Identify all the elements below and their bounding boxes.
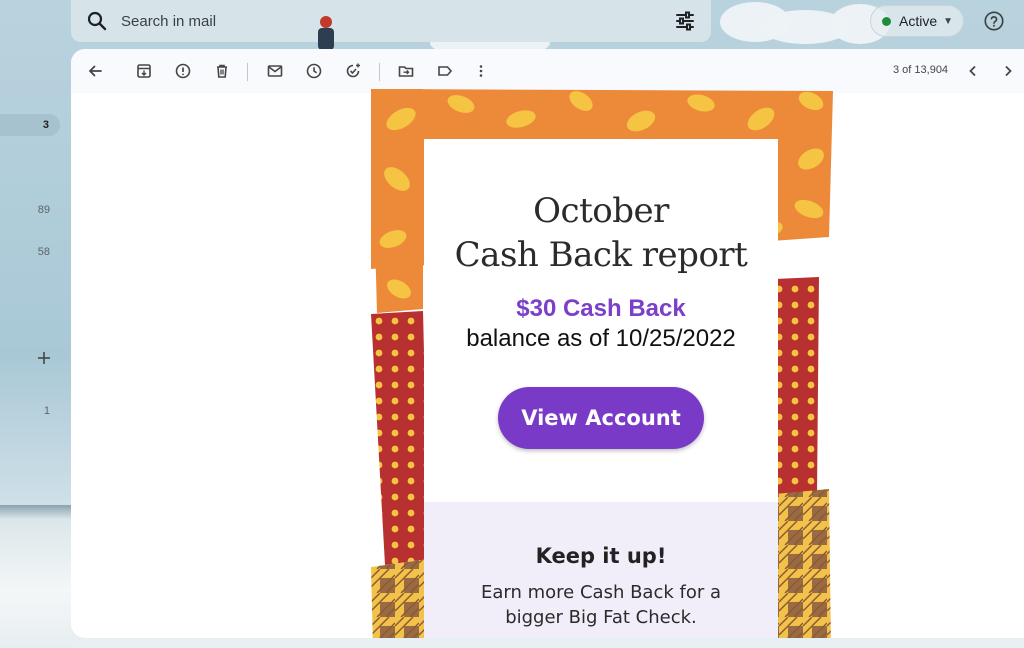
status-label: Active bbox=[899, 13, 938, 29]
pagination-count: 3 of 13,904 bbox=[893, 64, 949, 76]
move-to-button[interactable] bbox=[394, 59, 418, 83]
more-options-button[interactable] bbox=[469, 59, 493, 83]
toolbar-divider bbox=[247, 63, 248, 81]
message-toolbar: 3 of 13,904 bbox=[71, 49, 1024, 93]
keep-body: Earn more Cash Back for a bigger Big Fat… bbox=[464, 580, 738, 630]
keep-body-line-2: bigger Big Fat Check. bbox=[505, 607, 697, 628]
chevron-left-icon bbox=[969, 65, 976, 77]
toolbar-divider bbox=[379, 63, 380, 81]
nav-count[interactable]: 1 bbox=[20, 405, 50, 417]
caret-down-icon: ▼ bbox=[943, 15, 954, 27]
mark-unread-button[interactable] bbox=[263, 59, 287, 83]
older-button[interactable] bbox=[996, 59, 1020, 83]
mail-icon bbox=[267, 65, 283, 77]
search-input[interactable] bbox=[121, 12, 621, 30]
label-icon bbox=[438, 66, 453, 76]
search-options-icon[interactable] bbox=[673, 9, 697, 33]
report-spam-button[interactable] bbox=[171, 59, 195, 83]
search-bar[interactable] bbox=[71, 0, 711, 42]
folder-move-icon bbox=[398, 66, 414, 77]
email-title: October Cash Back report bbox=[424, 189, 778, 277]
background-landscape bbox=[0, 505, 72, 648]
back-button[interactable] bbox=[83, 59, 107, 83]
email-card: October Cash Back report $30 Cash Back b… bbox=[424, 139, 778, 638]
chevron-right-icon bbox=[1005, 65, 1012, 77]
more-vert-icon bbox=[479, 65, 483, 77]
newer-button[interactable] bbox=[961, 59, 985, 83]
cash-back-amount: $30 Cash Back bbox=[516, 295, 686, 322]
trash-icon bbox=[217, 64, 227, 78]
nav-count[interactable]: 58 bbox=[20, 246, 50, 258]
keep-body-line-1: Earn more Cash Back for a bbox=[481, 582, 721, 603]
report-icon bbox=[175, 63, 191, 79]
status-dot bbox=[882, 16, 891, 26]
message-panel: 3 of 13,904 October Cash Back report $30… bbox=[71, 49, 1024, 638]
keep-title: Keep it up! bbox=[535, 544, 667, 568]
status-selector[interactable]: Active ▼ bbox=[870, 5, 964, 37]
add-task-icon bbox=[346, 63, 360, 78]
view-account-button[interactable]: View Account bbox=[498, 387, 704, 449]
archive-icon bbox=[137, 64, 151, 78]
clock-icon bbox=[306, 63, 322, 79]
add-task-button[interactable] bbox=[341, 59, 365, 83]
help-icon[interactable] bbox=[983, 10, 1005, 32]
delete-button[interactable] bbox=[210, 59, 234, 83]
keep-it-up-section: Keep it up! Earn more Cash Back for a bi… bbox=[424, 502, 778, 638]
plus-icon[interactable] bbox=[36, 350, 52, 366]
snooze-button[interactable] bbox=[302, 59, 326, 83]
balance-date: balance as of 10/25/2022 bbox=[466, 325, 736, 352]
nav-count-inbox[interactable]: 3 bbox=[0, 114, 60, 136]
label-button[interactable] bbox=[433, 59, 457, 83]
arrow-left-icon bbox=[88, 65, 102, 77]
title-line-1: October bbox=[533, 191, 669, 231]
title-line-2: Cash Back report bbox=[454, 235, 748, 275]
nav-count[interactable]: 89 bbox=[20, 204, 50, 216]
search-icon[interactable] bbox=[85, 9, 109, 33]
archive-button[interactable] bbox=[132, 59, 156, 83]
